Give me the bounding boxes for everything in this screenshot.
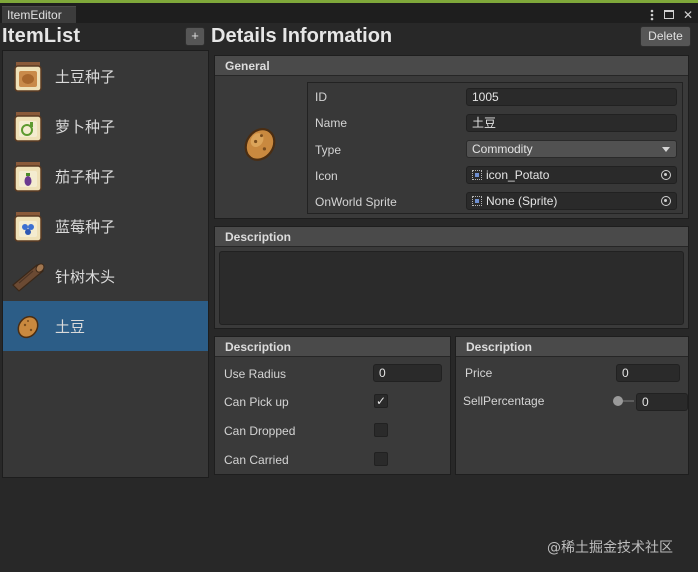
can-dropped-label: Can Dropped (224, 424, 296, 438)
chevron-down-icon (662, 147, 670, 152)
list-item-label: 针树木头 (55, 268, 116, 286)
use-radius-label: Use Radius (224, 367, 287, 381)
potato-icon (17, 315, 39, 339)
object-picker-icon[interactable] (661, 170, 671, 180)
right-description-panel: Description Price 0 SellPercentage 0 (455, 336, 689, 475)
price-field[interactable]: 0 (616, 364, 680, 382)
list-item-blueberry-seed[interactable]: 蓝莓种子 (3, 201, 208, 251)
description-textarea[interactable] (219, 251, 684, 325)
onworld-sprite-field[interactable]: None (Sprite) (466, 192, 677, 210)
delete-button[interactable]: Delete (640, 26, 691, 47)
icon-value: icon_Potato (486, 168, 550, 182)
list-item-potato[interactable]: 土豆 (3, 301, 208, 351)
general-section: General ID 1005 Name 土豆 Type Commodity I… (214, 55, 689, 219)
id-label: ID (315, 90, 327, 104)
type-label: Type (315, 143, 342, 157)
list-item-log[interactable]: 针树木头 (3, 251, 208, 301)
section-header: General (215, 56, 688, 76)
sprite-icon (472, 170, 482, 180)
onworld-sprite-value: None (Sprite) (486, 194, 558, 208)
add-item-button[interactable]: + (185, 27, 205, 46)
list-item-potato-seed[interactable]: 土豆种子 (3, 51, 208, 101)
section-header: Description (215, 227, 688, 247)
watermark: @稀土掘金技术社区 (547, 540, 673, 556)
tab-item-editor[interactable]: ItemEditor (2, 6, 76, 23)
general-fields: ID 1005 Name 土豆 Type Commodity Icon icon… (307, 82, 683, 214)
maximize-icon[interactable] (664, 8, 676, 22)
icon-label: Icon (315, 169, 338, 183)
use-radius-field[interactable]: 0 (373, 364, 442, 382)
type-value: Commodity (472, 142, 533, 156)
onworld-sprite-label: OnWorld Sprite (315, 195, 397, 209)
sell-percentage-slider-handle[interactable] (613, 396, 623, 406)
potato-seed-jar-icon (14, 62, 42, 92)
list-item-radish-seed[interactable]: 萝卜种子 (3, 101, 208, 151)
list-item-label: 萝卜种子 (55, 118, 116, 136)
section-header: Description (456, 337, 688, 357)
kebab-menu-icon[interactable] (646, 8, 658, 22)
can-pick-up-checkbox[interactable]: ✓ (374, 394, 388, 408)
item-list[interactable]: 土豆种子 萝卜种子 茄子种子 蓝莓种子 针树木头 土豆 (2, 50, 209, 478)
id-field[interactable]: 1005 (466, 88, 677, 106)
can-pick-up-label: Can Pick up (224, 395, 289, 409)
log-icon (12, 263, 45, 292)
radish-seed-jar-icon (14, 112, 42, 142)
object-picker-icon[interactable] (661, 196, 671, 206)
potato-icon (244, 128, 276, 161)
list-item-eggplant-seed[interactable]: 茄子种子 (3, 151, 208, 201)
eggplant-seed-jar-icon (14, 162, 42, 192)
sell-percentage-field[interactable]: 0 (636, 393, 688, 411)
price-label: Price (465, 366, 493, 380)
type-dropdown[interactable]: Commodity (466, 140, 677, 158)
list-item-label: 土豆 (55, 318, 86, 336)
window-controls: ✕ (646, 6, 694, 23)
sell-percentage-label: SellPercentage (463, 394, 545, 408)
list-item-label: 蓝莓种子 (55, 218, 116, 236)
can-dropped-checkbox[interactable] (374, 423, 388, 437)
icon-object-field[interactable]: icon_Potato (466, 166, 677, 184)
section-header: Description (215, 337, 450, 357)
check-icon: ✓ (375, 394, 387, 408)
list-item-label: 茄子种子 (55, 168, 116, 186)
left-description-panel: Description Use Radius 0 Can Pick up ✓ C… (214, 336, 451, 475)
list-item-label: 土豆种子 (55, 68, 116, 86)
close-icon[interactable]: ✕ (682, 8, 694, 22)
can-carried-label: Can Carried (224, 453, 289, 467)
name-label: Name (315, 116, 348, 130)
description-section: Description (214, 226, 689, 329)
sprite-icon (472, 196, 482, 206)
details-title: Details Information (211, 25, 393, 47)
item-list-title: ItemList (2, 25, 81, 47)
name-field[interactable]: 土豆 (466, 114, 677, 132)
blueberry-seed-jar-icon (14, 212, 42, 242)
tab-bar: ItemEditor ✕ (0, 3, 698, 23)
can-carried-checkbox[interactable] (374, 452, 388, 466)
